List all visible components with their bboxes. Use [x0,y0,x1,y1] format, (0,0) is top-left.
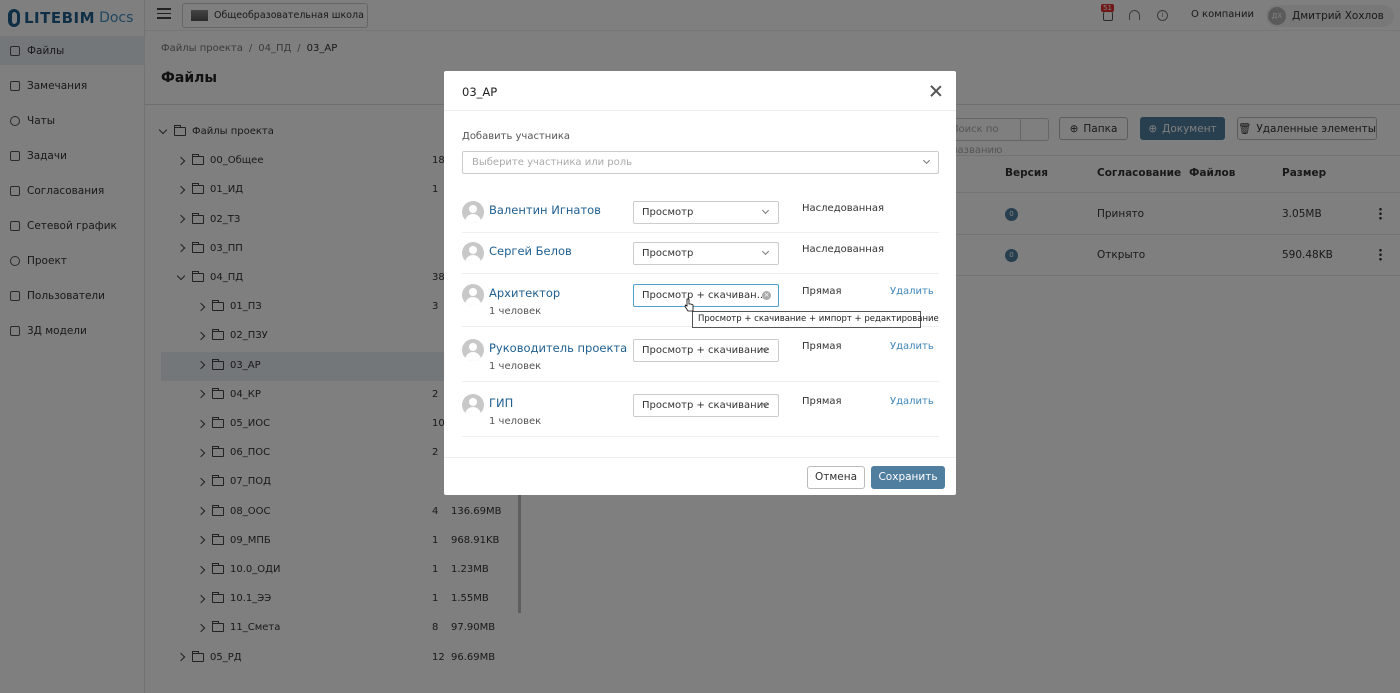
access-type: Прямая [802,286,842,297]
member-name: Сергей Белов [489,244,572,258]
divider [444,110,956,111]
delete-member-link[interactable]: Удалить [890,396,934,407]
cancel-button[interactable]: Отмена [807,466,865,489]
add-member-label: Добавить участника [462,131,570,142]
member-count: 1 человек [489,361,542,372]
member-count: 1 человек [489,306,542,317]
divider [444,457,956,458]
save-button[interactable]: Сохранить [871,466,945,489]
permission-tooltip: Просмотр + скачивание + импорт + редакти… [692,311,939,328]
avatar [462,201,484,223]
access-type: Наследованная [802,244,884,255]
modal-title: 03_АР [462,85,498,99]
avatar [462,284,484,306]
divider [462,232,939,233]
hand-cursor-icon [684,298,694,312]
divider [462,381,939,382]
avatar [462,339,484,361]
divider [462,436,939,437]
avatar [462,242,484,264]
permission-select[interactable]: Просмотр + скачиван... [633,284,779,307]
delete-member-link[interactable]: Удалить [890,341,934,352]
member-name: Руководитель проекта [489,341,628,355]
avatar [462,394,484,416]
access-type: Прямая [802,396,842,407]
permission-select[interactable]: Просмотр + скачивание [633,339,779,362]
clear-icon[interactable]: × [762,291,771,300]
member-name: Валентин Игнатов [489,203,601,217]
access-type: Наследованная [802,203,884,214]
member-name: Архитектор [489,286,561,300]
member-select[interactable]: Выберите участника или роль [462,151,939,174]
permission-select[interactable]: Просмотр [633,242,779,265]
access-type: Прямая [802,341,842,352]
permission-select[interactable]: Просмотр + скачивание [633,394,779,417]
divider [462,273,939,274]
member-count: 1 человек [489,416,542,427]
access-modal: 03_АР Добавить участника Выберите участн… [444,71,956,495]
member-name: ГИП [489,396,514,410]
permission-select[interactable]: Просмотр [633,201,779,224]
close-icon[interactable] [930,85,942,97]
delete-member-link[interactable]: Удалить [890,286,934,297]
